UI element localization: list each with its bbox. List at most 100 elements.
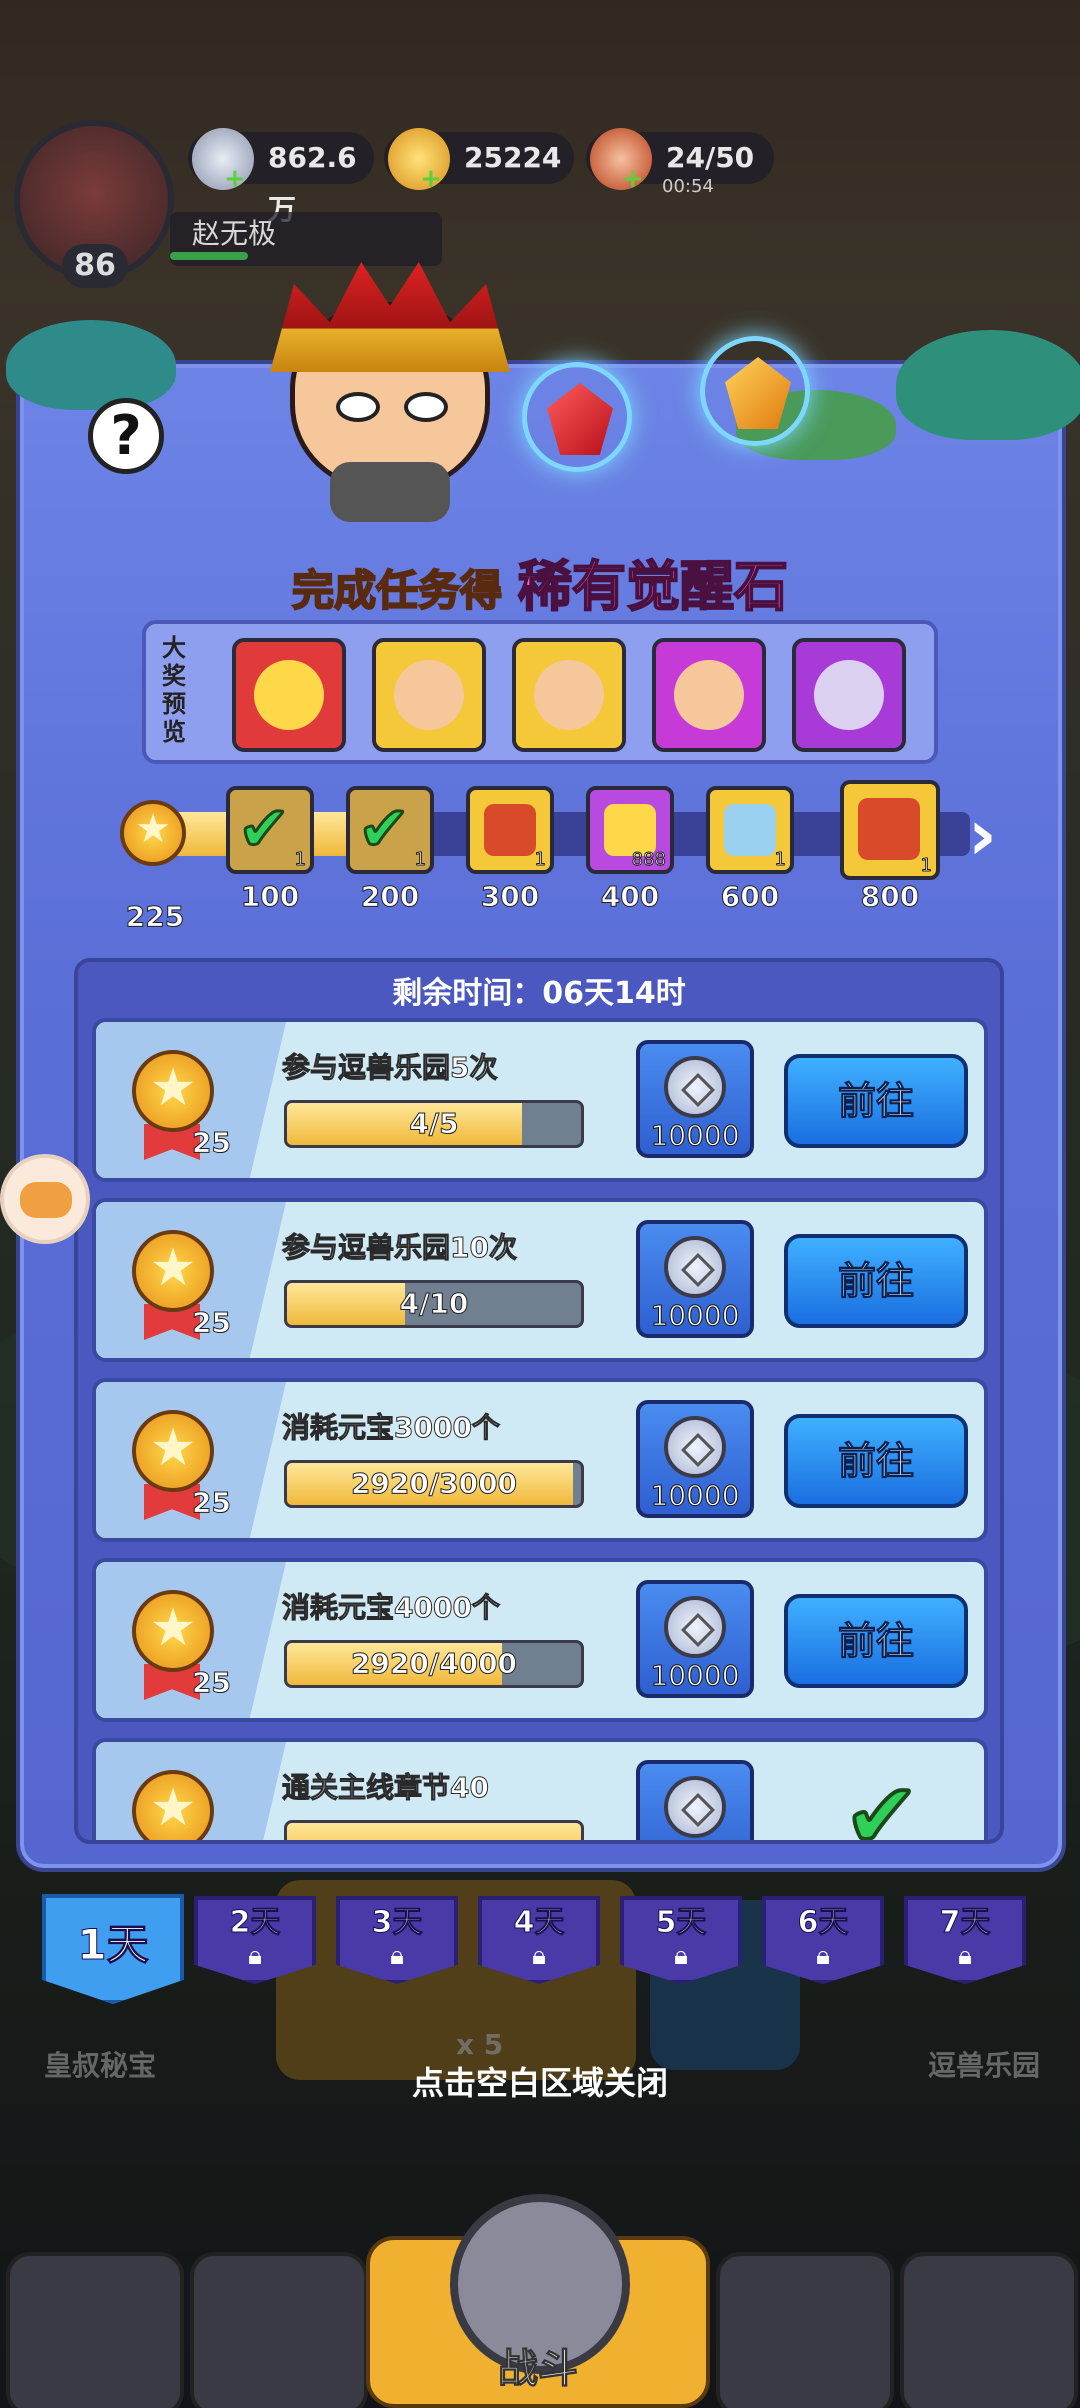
gold-awaken-stone-icon <box>700 336 810 446</box>
lock-icon: 🔒︎ <box>390 1941 404 1971</box>
go-button[interactable]: 前往 <box>784 1414 968 1508</box>
task-name: 通关主线章节40 <box>282 1771 490 1805</box>
completed-check-icon: ✔ <box>842 1764 921 1844</box>
milestone-reward-5[interactable]: 1 <box>706 786 794 874</box>
task-points: 25 <box>192 1666 232 1700</box>
milestone-value: 200 <box>360 880 420 914</box>
silver-coin-icon <box>664 1236 726 1298</box>
preview-item-5[interactable] <box>792 638 906 752</box>
task-list[interactable]: 剩余时间：06天14时 25 参与逗兽乐园5次 4/5 10000 前往 25 … <box>74 958 1004 1844</box>
milestone-reward-4[interactable]: 888 <box>586 786 674 874</box>
milestone-reward-6[interactable]: 1 <box>840 780 940 880</box>
nav-rooster-button[interactable] <box>716 2252 894 2408</box>
mystery-puzzle-icon <box>254 660 324 730</box>
plus-icon: + <box>420 164 442 194</box>
task-name: 参与逗兽乐园10次 <box>282 1231 518 1265</box>
task-points: 25 <box>192 1126 232 1160</box>
task-reward[interactable]: 10000 <box>636 1220 754 1338</box>
points-medal-icon <box>120 800 186 866</box>
points-medal-icon <box>132 1230 214 1312</box>
silver-resource[interactable]: + 862.6万 <box>188 128 374 226</box>
hero-character <box>270 262 510 522</box>
plus-icon: + <box>224 164 246 194</box>
lock-icon: 🔒︎ <box>248 1941 262 1971</box>
milestone-value: 300 <box>480 880 540 914</box>
grand-prize-preview: 大奖预览 <box>142 620 938 764</box>
title-highlight: 稀有觉醒石 <box>517 554 789 619</box>
player-level: 86 <box>62 244 128 288</box>
go-button[interactable]: 前往 <box>784 1594 968 1688</box>
silver-coin-icon <box>664 1776 726 1838</box>
nav-upgrade-button[interactable] <box>900 2252 1078 2408</box>
red-awaken-stone-icon <box>522 362 632 472</box>
lock-icon: 🔒︎ <box>816 1941 830 1971</box>
help-button[interactable]: ? <box>88 398 164 474</box>
gold-resource[interactable]: + 25224 <box>384 128 574 192</box>
title-prefix: 完成任务得 <box>291 565 503 616</box>
task-progress-bar <box>284 1820 584 1840</box>
preview-item-4[interactable] <box>652 638 766 752</box>
battle-label: 战斗 <box>498 2346 579 2393</box>
go-button[interactable]: 前往 <box>784 1054 968 1148</box>
preview-item-1[interactable] <box>232 638 346 752</box>
preview-item-3[interactable] <box>512 638 626 752</box>
task-row: 25 消耗元宝4000个 2920/4000 10000 前往 <box>92 1558 988 1722</box>
sword-scroll-icon <box>724 804 776 856</box>
player-name: 赵无极 <box>192 217 277 250</box>
task-reward[interactable]: 10000 <box>636 1400 754 1518</box>
points-medal-icon <box>132 1590 214 1672</box>
gamepad-float-button[interactable] <box>0 1154 90 1244</box>
task-reward[interactable]: 10000 <box>636 1580 754 1698</box>
silver-coin-icon <box>664 1596 726 1658</box>
points-medal-icon <box>132 1410 214 1492</box>
gem-chest-icon <box>484 804 536 856</box>
nav-gate-button[interactable] <box>6 2252 184 2408</box>
hero-portrait-icon <box>394 660 464 730</box>
preview-label: 大奖预览 <box>162 634 186 746</box>
task-progress-bar: 4/5 <box>284 1100 584 1148</box>
milestone-reward-3[interactable]: 1 <box>466 786 554 874</box>
check-icon: ✔ <box>357 792 412 865</box>
task-reward[interactable] <box>636 1760 754 1840</box>
exp-bar <box>170 252 248 260</box>
task-row: 25 参与逗兽乐园10次 4/10 10000 前往 <box>92 1198 988 1362</box>
task-reward[interactable]: 10000 <box>636 1040 754 1158</box>
milestone-value: 100 <box>240 880 300 914</box>
current-points: 225 <box>125 900 185 934</box>
hero-portrait-icon <box>814 660 884 730</box>
hero-portrait-icon <box>674 660 744 730</box>
task-name: 消耗元宝4000个 <box>282 1591 501 1625</box>
lock-icon: 🔒︎ <box>532 1941 546 1971</box>
event-title: 完成任务得 稀有觉醒石 <box>0 542 1080 621</box>
task-points: 25 <box>192 1486 232 1520</box>
task-points: 25 <box>192 1306 232 1340</box>
silver-coin-icon <box>664 1056 726 1118</box>
milestone-reward-2[interactable]: ✔ 1 <box>346 786 434 874</box>
task-row: 25 参与逗兽乐园5次 4/5 10000 前往 <box>92 1018 988 1182</box>
silver-coin-icon <box>664 1416 726 1478</box>
lock-icon: 🔒︎ <box>674 1941 688 1971</box>
points-medal-icon <box>132 1770 214 1840</box>
go-button[interactable]: 前往 <box>784 1234 968 1328</box>
task-progress-bar: 2920/3000 <box>284 1460 584 1508</box>
hero-portrait-icon <box>534 660 604 730</box>
gold-value: 25224 <box>464 141 562 174</box>
lock-icon: 🔒︎ <box>958 1941 972 1971</box>
stamina-value: 24/50 <box>666 141 755 174</box>
nav-helmet-button[interactable] <box>190 2252 368 2408</box>
task-progress-bar: 2920/4000 <box>284 1640 584 1688</box>
task-name: 消耗元宝3000个 <box>282 1411 501 1445</box>
task-row: 25 消耗元宝3000个 2920/3000 10000 前往 <box>92 1378 988 1542</box>
nav-battle-button[interactable]: 战斗 <box>366 2194 710 2408</box>
task-row: 25 通关主线章节40 ✔ <box>92 1738 988 1844</box>
remaining-time: 剩余时间：06天14时 <box>392 976 686 1011</box>
points-medal-icon <box>132 1050 214 1132</box>
preview-item-2[interactable] <box>372 638 486 752</box>
task-progress-bar: 4/10 <box>284 1280 584 1328</box>
milestone-reward-1[interactable]: ✔ 1 <box>226 786 314 874</box>
close-hint: 点击空白区域关闭 <box>411 2064 668 2102</box>
check-icon: ✔ <box>237 792 292 865</box>
player-name-plate: 赵无极 <box>170 212 442 266</box>
chevron-right-icon[interactable]: › <box>968 800 997 870</box>
gem-chest-icon <box>858 798 920 860</box>
